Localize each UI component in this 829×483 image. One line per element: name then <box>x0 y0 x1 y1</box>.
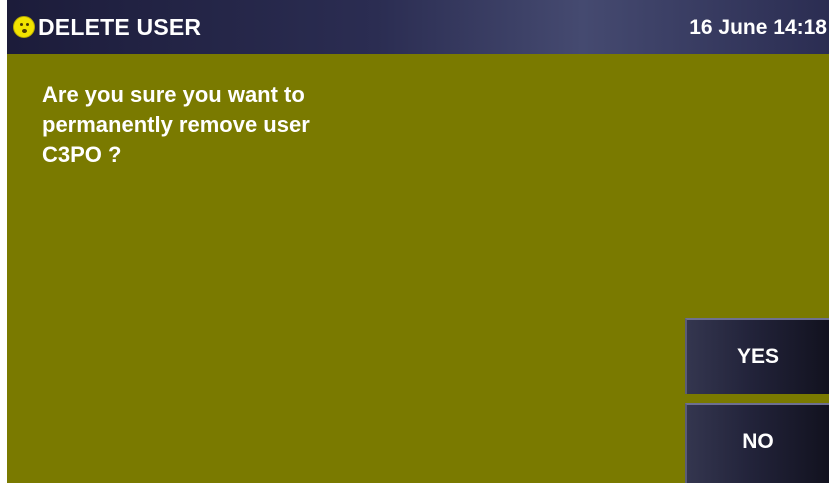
yes-button-label: YES <box>736 345 780 368</box>
confirmation-message: Are you sure you want to permanently rem… <box>42 80 462 170</box>
header-bar: DELETE USER 16 June 14:18 <box>7 0 829 54</box>
message-line-3: C3PO ? <box>42 142 122 167</box>
smiley-face-icon <box>13 16 35 38</box>
delete-user-screen: DELETE USER 16 June 14:18 Are you sure y… <box>7 0 829 483</box>
no-button-label: NO <box>742 430 774 453</box>
header-datetime: 16 June 14:18 <box>689 16 827 39</box>
icon-eye-left <box>20 23 23 26</box>
page-title: DELETE USER <box>38 14 202 40</box>
icon-eye-right <box>26 23 29 26</box>
message-line-1: Are you sure you want to <box>42 82 305 107</box>
icon-mouth <box>22 29 27 33</box>
no-button[interactable]: NO <box>685 403 829 483</box>
message-line-2: permanently remove user <box>42 112 310 137</box>
yes-button[interactable]: YES <box>685 318 829 394</box>
